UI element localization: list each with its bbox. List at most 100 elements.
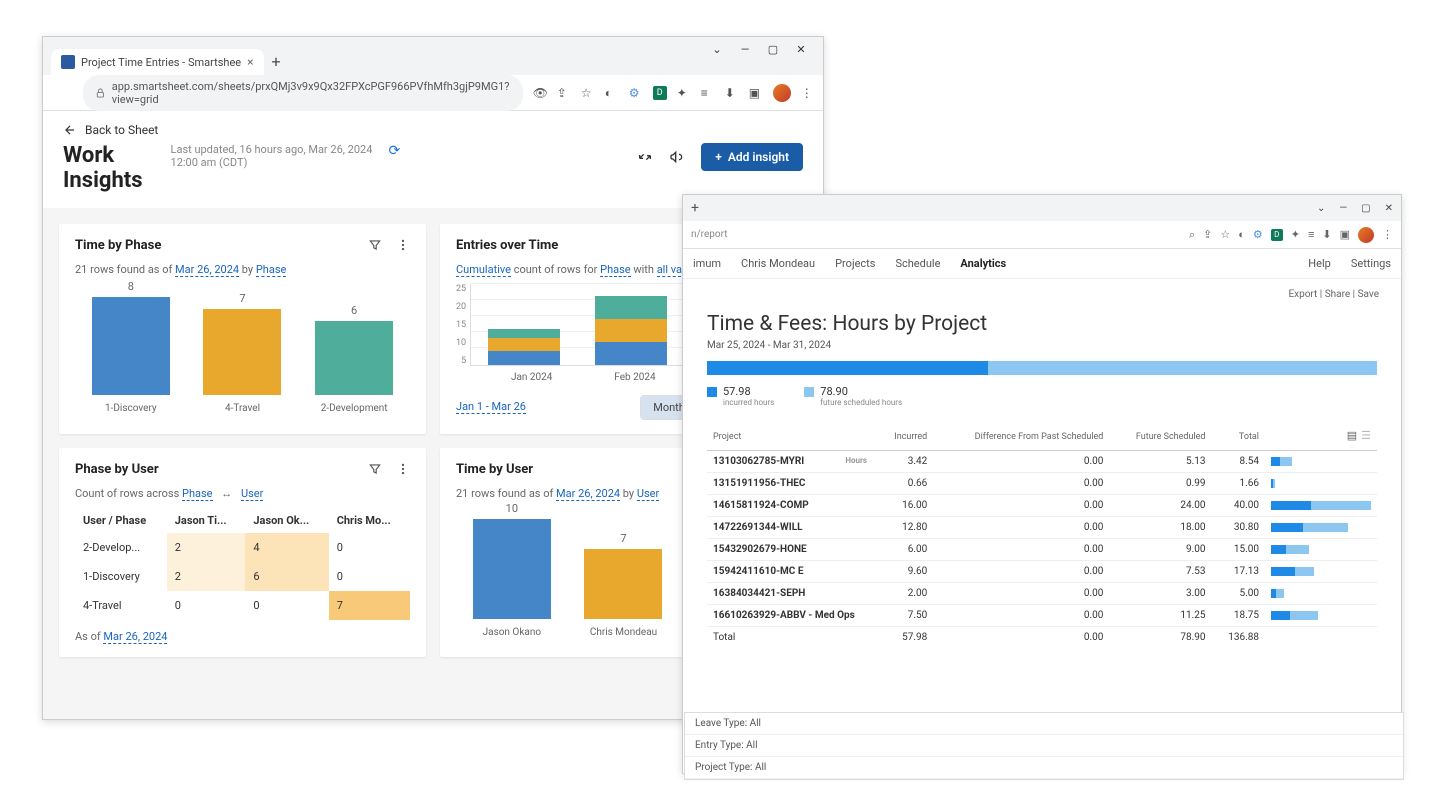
minimize-icon[interactable]: — (1339, 203, 1347, 214)
eye-off-icon[interactable]: 👁 (533, 86, 547, 100)
add-insight-button[interactable]: + Add insight (701, 143, 803, 171)
cumulative-link[interactable]: Cumulative (456, 263, 511, 277)
filter-row[interactable]: Leave Type: All (685, 713, 1403, 735)
table-row[interactable]: 14615811924-COMP16.000.0024.0040.00 (707, 495, 1377, 517)
incurred-bar (707, 361, 988, 375)
chevron-down-icon[interactable]: ⌄ (711, 43, 723, 56)
table-row[interactable]: 16384034421-SEPH2.000.003.005.00 (707, 583, 1377, 605)
lock-icon (95, 87, 106, 99)
bar-view-icon[interactable]: ▤ (1347, 429, 1357, 442)
analytics-window: + ⌄ — ▢ ✕ n/report ⌕ ⇪ ☆ ◐ ⚙ D ✦ ≡ ⬇ ▣ ⋮… (682, 194, 1402, 774)
card-subtitle: Count of rows across Phase ↔ User (75, 487, 410, 500)
new-tab-button[interactable]: + (691, 200, 699, 216)
ext-d-icon[interactable]: D (1271, 229, 1283, 241)
puzzle-icon[interactable]: ✦ (1291, 228, 1300, 241)
panel-icon[interactable]: ▣ (749, 86, 763, 100)
star-icon[interactable]: ☆ (581, 86, 595, 100)
close-tab-icon[interactable]: × (247, 55, 253, 69)
table-row[interactable]: 15432902679-HONE6.000.009.0015.00 (707, 539, 1377, 561)
list-icon[interactable]: ≡ (1308, 228, 1314, 241)
window-controls: ⌄ — ▢ ✕ (703, 37, 815, 62)
crescent-icon[interactable]: ◐ (605, 86, 619, 100)
puzzle-icon[interactable]: ✦ (677, 86, 691, 100)
back-to-sheet-link[interactable]: Back to Sheet (63, 123, 803, 137)
date-link[interactable]: Mar 26, 2024 (175, 263, 239, 277)
kebab-icon[interactable] (396, 462, 410, 476)
nav-settings[interactable]: Settings (1351, 257, 1391, 270)
download-icon[interactable]: ⬇ (1322, 228, 1331, 241)
maximize-icon[interactable]: ▢ (767, 43, 779, 56)
as-of-text: As of Mar 26, 2024 (75, 630, 410, 643)
addressbar-actions: ⌕ ⇪ ☆ ◐ ⚙ D ✦ ≡ ⬇ ▣ ⋮ (1189, 227, 1393, 243)
kebab-icon[interactable]: ⋮ (801, 86, 815, 100)
filter-icon[interactable] (368, 462, 382, 476)
date-link[interactable]: Mar 26, 2024 (556, 487, 620, 501)
minimize-icon[interactable]: — (739, 43, 751, 56)
gear-icon[interactable]: ⚙ (629, 86, 643, 100)
star-icon[interactable]: ☆ (1220, 228, 1230, 241)
close-window-icon[interactable]: ✕ (1385, 203, 1393, 214)
browser-addressbar: n/report ⌕ ⇪ ☆ ◐ ⚙ D ✦ ≡ ⬇ ▣ ⋮ (683, 221, 1401, 249)
date-range-link[interactable]: Jan 1 - Mar 26 (456, 400, 526, 414)
search-icon[interactable]: ⌕ (1189, 228, 1195, 242)
report-body: Time & Fees: Hours by Project Mar 25, 20… (683, 304, 1401, 656)
nav-help[interactable]: Help (1308, 257, 1331, 270)
nav-projects[interactable]: Projects (835, 257, 875, 270)
phase-link[interactable]: Phase (600, 263, 631, 277)
filter-row[interactable]: Project Type: All (685, 757, 1403, 779)
table-row[interactable]: 13151911956-THEC0.660.000.991.66 (707, 473, 1377, 495)
future-bar (988, 361, 1377, 375)
user-link[interactable]: User (637, 487, 659, 501)
legend-future: 78.90future scheduled hours (804, 385, 902, 407)
nav-schedule[interactable]: Schedule (895, 257, 940, 270)
share-icon[interactable]: ⇪ (557, 86, 571, 100)
favicon (61, 55, 75, 69)
crescent-icon[interactable]: ◐ (1238, 228, 1245, 241)
table-row[interactable]: 15942411610-MC E9.600.007.5317.13 (707, 561, 1377, 583)
nav-imum[interactable]: imum (693, 257, 721, 270)
nav-analytics[interactable]: Analytics (960, 257, 1006, 270)
date-link[interactable]: Mar 26, 2024 (103, 630, 167, 644)
table-row[interactable]: 13103062785-MYRI Hours3.420.005.138.54 (707, 451, 1377, 473)
list-view-icon[interactable]: ☰ (1361, 429, 1371, 442)
share-icon[interactable]: ⇪ (1203, 228, 1212, 241)
tab-title: Project Time Entries - Smartshee (81, 56, 241, 69)
url-text: app.smartsheet.com/sheets/prxQMj3v9x9Qx3… (112, 80, 511, 106)
close-window-icon[interactable]: ✕ (795, 43, 807, 56)
download-icon[interactable]: ⬇ (725, 86, 739, 100)
total-row: Total57.980.0078.90136.88 (707, 627, 1377, 649)
kebab-icon[interactable] (396, 238, 410, 252)
nav-chris-mondeau[interactable]: Chris Mondeau (741, 257, 815, 270)
chevron-down-icon[interactable]: ⌄ (1317, 203, 1325, 214)
avatar[interactable] (1358, 227, 1374, 243)
avatar[interactable] (773, 84, 791, 102)
list-icon[interactable]: ≡ (701, 86, 715, 100)
refresh-icon[interactable]: ⟳ (389, 143, 401, 159)
user-link[interactable]: User (241, 487, 263, 501)
plus-icon: + (715, 150, 722, 164)
collapse-icon[interactable] (637, 149, 653, 165)
swatch-icon (707, 387, 717, 397)
card-title: Time by Phase (75, 238, 161, 253)
phase-link[interactable]: Phase (256, 263, 287, 277)
browser-tabstrip: + ⌄ — ▢ ✕ (683, 195, 1401, 221)
legend-incurred: 57.98incurred hours (707, 385, 774, 407)
card-subtitle: 21 rows found as of Mar 26, 2024 by Phas… (75, 263, 410, 276)
browser-tab[interactable]: Project Time Entries - Smartshee × (51, 49, 264, 75)
kebab-icon[interactable]: ⋮ (1382, 228, 1393, 241)
gear-icon[interactable]: ⚙ (1253, 228, 1263, 241)
table-row[interactable]: 16610263929-ABBV - Med Ops7.500.0011.251… (707, 605, 1377, 627)
new-tab-button[interactable]: + (264, 48, 289, 75)
url-input[interactable]: app.smartsheet.com/sheets/prxQMj3v9x9Qx3… (83, 75, 523, 111)
table-row[interactable]: 14722691344-WILL12.800.0018.0030.80 (707, 517, 1377, 539)
legend: 57.98incurred hours 78.90future schedule… (707, 385, 1377, 407)
filter-icon[interactable] (368, 238, 382, 252)
panel-icon[interactable]: ▣ (1340, 228, 1350, 241)
export-links[interactable]: Export | Share | Save (683, 279, 1401, 304)
filter-row[interactable]: Entry Type: All (685, 735, 1403, 757)
addressbar-actions: 👁 ⇪ ☆ ◐ ⚙ D ✦ ≡ ⬇ ▣ ⋮ (533, 84, 815, 102)
ext-d-icon[interactable]: D (653, 86, 667, 100)
maximize-icon[interactable]: ▢ (1361, 203, 1370, 214)
phase-link[interactable]: Phase (182, 487, 213, 501)
megaphone-icon[interactable] (669, 149, 685, 165)
